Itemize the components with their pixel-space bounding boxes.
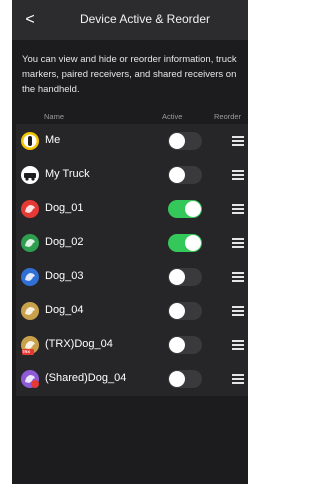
- active-toggle[interactable]: [168, 132, 202, 150]
- truck-pin-icon: [21, 166, 39, 184]
- reorder-line: [232, 314, 244, 316]
- reorder-line: [232, 378, 244, 380]
- reorder-handle-icon[interactable]: [232, 134, 244, 148]
- reorder-line: [232, 246, 244, 248]
- reorder-handle-icon[interactable]: [232, 236, 244, 250]
- reorder-line: [232, 204, 244, 206]
- reorder-line: [232, 174, 244, 176]
- list-item-label: (TRX)Dog_04: [45, 338, 113, 350]
- description-text: You can view and hide or reorder informa…: [22, 54, 237, 95]
- active-toggle[interactable]: [168, 166, 202, 184]
- reorder-line: [232, 340, 244, 342]
- toggle-knob: [169, 133, 185, 149]
- back-button[interactable]: <: [20, 10, 40, 30]
- list-item: Dog_03: [16, 260, 248, 294]
- reorder-line: [232, 272, 244, 274]
- reorder-line: [232, 310, 244, 312]
- list-item: Dog_02: [16, 226, 248, 260]
- list-item-label: Dog_03: [45, 270, 84, 282]
- active-toggle[interactable]: [168, 268, 202, 286]
- dog-pin-icon: [21, 302, 39, 320]
- reorder-line: [232, 276, 244, 278]
- list-item-label: Dog_02: [45, 236, 84, 248]
- reorder-handle-icon[interactable]: [232, 338, 244, 352]
- reorder-handle-icon[interactable]: [232, 304, 244, 318]
- toggle-knob: [169, 337, 185, 353]
- list-item-label: (Shared)Dog_04: [45, 372, 127, 384]
- list-item-label: Me: [45, 134, 61, 146]
- reorder-line: [232, 306, 244, 308]
- person-pin-icon: [21, 132, 39, 150]
- toggle-knob: [169, 303, 185, 319]
- list-item-label: Dog_04: [45, 304, 84, 316]
- list-item: Me: [16, 124, 248, 158]
- reorder-line: [232, 208, 244, 210]
- list-item: Dog_04: [16, 294, 248, 328]
- reorder-line: [232, 170, 244, 172]
- header-bar: < Device Active & Reorder: [12, 0, 248, 40]
- toggle-knob: [185, 201, 201, 217]
- reorder-line: [232, 280, 244, 282]
- reorder-line: [232, 348, 244, 350]
- active-toggle[interactable]: [168, 200, 202, 218]
- reorder-line: [232, 140, 244, 142]
- list-item: My Truck: [16, 158, 248, 192]
- list-item-label: Dog_01: [45, 202, 84, 214]
- reorder-line: [232, 242, 244, 244]
- reorder-line: [232, 212, 244, 214]
- device-active-reorder-screen: < Device Active & Reorder You can view a…: [12, 0, 248, 484]
- reorder-line: [232, 382, 244, 384]
- reorder-line: [232, 136, 244, 138]
- column-header-reorder: Reorder: [214, 112, 242, 121]
- shared-dog-pin-icon: [21, 370, 39, 388]
- dog-pin-icon: [21, 234, 39, 252]
- column-header-name: Name: [44, 112, 65, 121]
- reorder-handle-icon[interactable]: [232, 270, 244, 284]
- reorder-line: [232, 144, 244, 146]
- active-toggle[interactable]: [168, 370, 202, 388]
- reorder-line: [232, 238, 244, 240]
- toggle-knob: [169, 167, 185, 183]
- chevron-left-icon: <: [25, 11, 35, 28]
- active-toggle[interactable]: [168, 302, 202, 320]
- reorder-handle-icon[interactable]: [232, 202, 244, 216]
- list-item: (Shared)Dog_04: [16, 362, 248, 396]
- toggle-knob: [169, 269, 185, 285]
- reorder-handle-icon[interactable]: [232, 168, 244, 182]
- toggle-knob: [185, 235, 201, 251]
- active-toggle[interactable]: [168, 336, 202, 354]
- reorder-line: [232, 178, 244, 180]
- list-item-label: My Truck: [45, 168, 90, 180]
- page-title: Device Active & Reorder: [79, 12, 211, 26]
- list-item: Dog_01: [16, 192, 248, 226]
- reorder-line: [232, 374, 244, 376]
- list-item: TRX (TRX)Dog_04: [16, 328, 248, 362]
- reorder-handle-icon[interactable]: [232, 372, 244, 386]
- column-header-active: Active: [162, 112, 183, 121]
- reorder-line: [232, 344, 244, 346]
- toggle-knob: [169, 371, 185, 387]
- dog-pin-icon: [21, 200, 39, 218]
- trx-badge: TRX: [22, 349, 30, 354]
- active-toggle[interactable]: [168, 234, 202, 252]
- dog-pin-icon: [21, 268, 39, 286]
